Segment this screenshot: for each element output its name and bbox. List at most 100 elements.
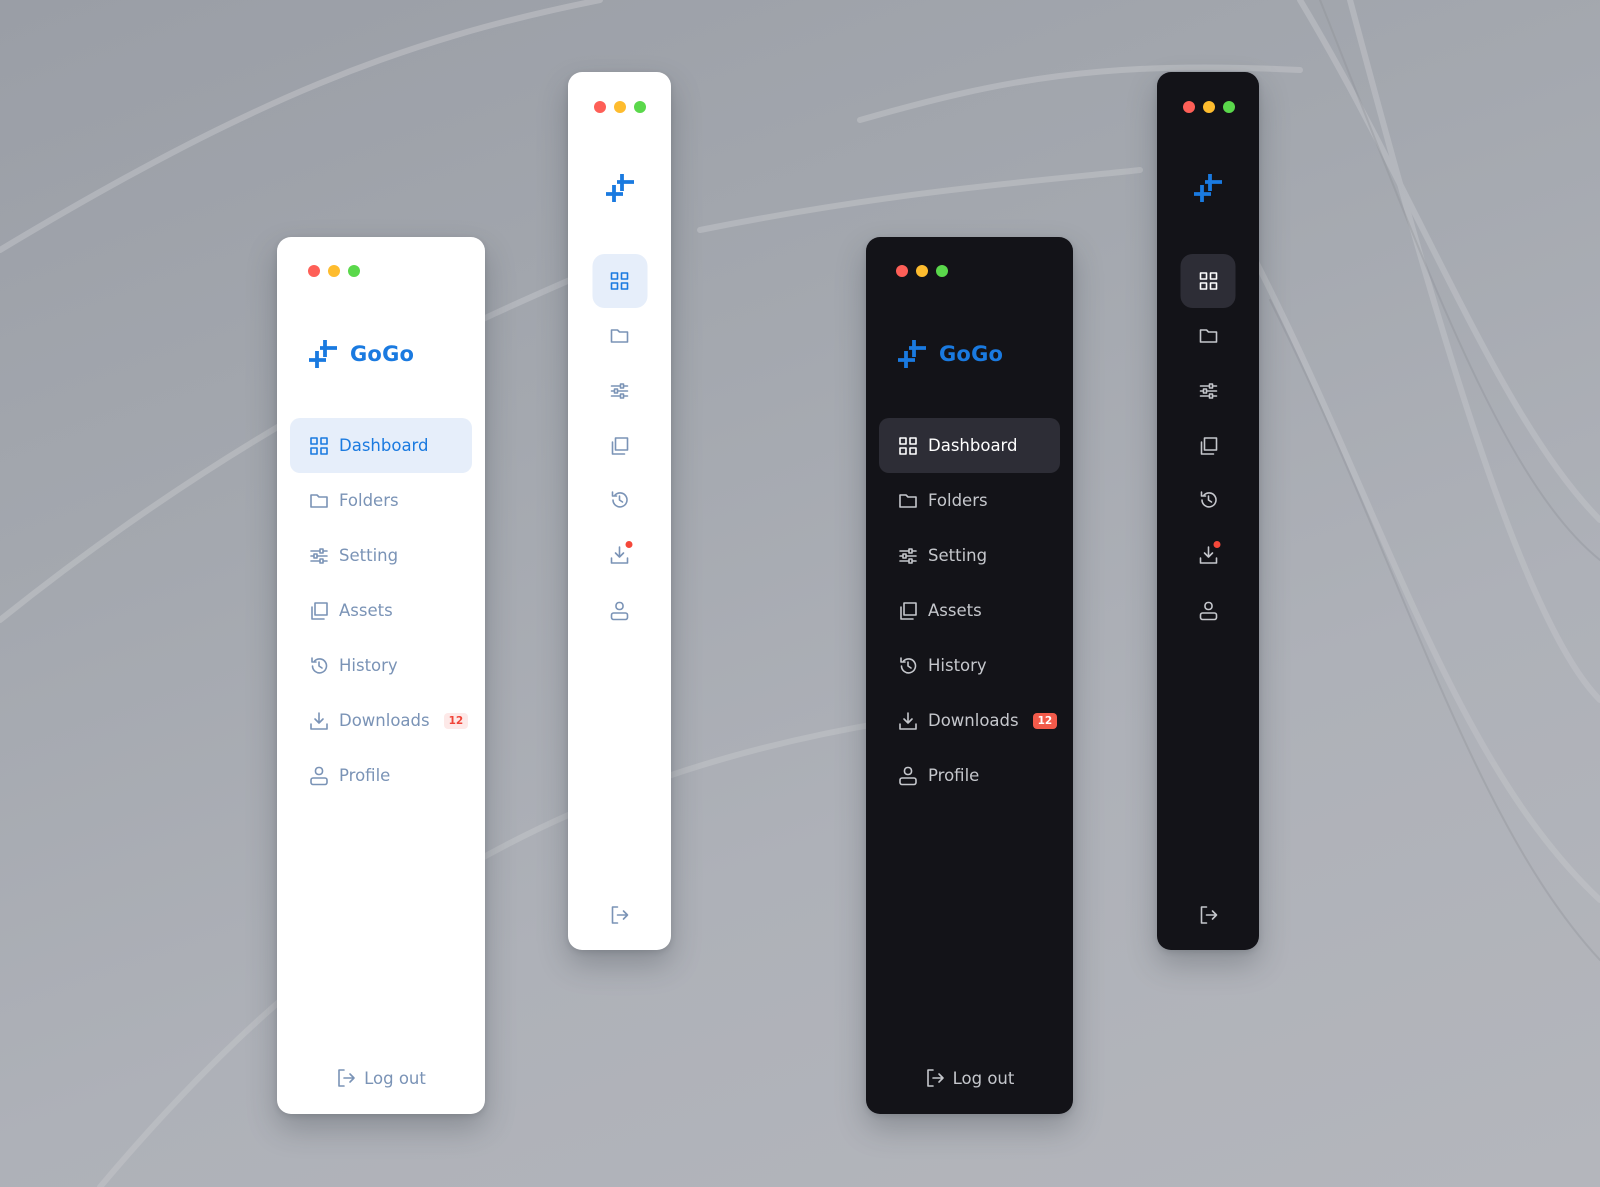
nav-item-history[interactable]: History [290, 638, 472, 693]
maximize-window-button[interactable] [936, 265, 948, 277]
nav-item-downloads[interactable]: Downloads 12 [290, 693, 472, 748]
nav-item-label: Folders [339, 491, 399, 510]
logo-icon [309, 340, 337, 368]
logo[interactable] [605, 173, 635, 203]
grid-icon [899, 436, 917, 455]
nav-item-label: History [928, 656, 987, 675]
logo[interactable]: GoGo [897, 339, 1003, 369]
maximize-window-button[interactable] [1223, 101, 1235, 113]
nav-item-dashboard[interactable]: Dashboard [290, 418, 472, 473]
user-icon [610, 601, 629, 621]
sidebar-dark-expanded: GoGo Dashboard Folders Setting Assets Hi… [866, 237, 1073, 1114]
minimize-window-button[interactable] [614, 101, 626, 113]
background-swirl-lines [0, 0, 1600, 1187]
folder-icon [310, 493, 328, 508]
close-window-button[interactable] [896, 265, 908, 277]
logout-button[interactable]: Log out [866, 1068, 1073, 1088]
sliders-icon [1199, 383, 1217, 399]
folder-icon [610, 329, 629, 343]
logout-label: Log out [364, 1068, 426, 1088]
logout-icon [338, 1069, 355, 1087]
folder-icon [899, 493, 917, 508]
logo-icon [606, 174, 634, 202]
logo[interactable] [1193, 173, 1223, 203]
nav-item-assets[interactable]: Assets [290, 583, 472, 638]
grid-icon [310, 436, 328, 455]
notification-dot [625, 541, 632, 548]
nav-item-history[interactable]: History [879, 638, 1060, 693]
nav-icon-dashboard[interactable] [592, 254, 647, 308]
minimize-window-button[interactable] [1203, 101, 1215, 113]
window-controls [308, 265, 360, 277]
maximize-window-button[interactable] [348, 265, 360, 277]
nav-item-setting[interactable]: Setting [879, 528, 1060, 583]
nav-item-label: Dashboard [339, 436, 429, 455]
app-name: GoGo [939, 342, 1004, 366]
sliders-icon [610, 383, 629, 399]
sidebar-nav: Dashboard Folders Setting Assets History… [290, 418, 472, 803]
logout-button[interactable]: Log out [277, 1068, 485, 1088]
nav-item-label: History [339, 656, 398, 675]
app-name: GoGo [350, 342, 415, 366]
nav-icon-profile[interactable] [1181, 584, 1236, 638]
window-controls [594, 101, 646, 113]
nav-item-label: Profile [339, 766, 391, 785]
window-controls [1183, 101, 1235, 113]
copy-icon [900, 601, 917, 620]
nav-icon-history[interactable] [592, 473, 647, 527]
logo[interactable]: GoGo [308, 339, 414, 369]
logout-button[interactable] [592, 888, 647, 942]
logout-label: Log out [952, 1068, 1015, 1088]
history-icon [1200, 491, 1217, 508]
folder-icon [1199, 329, 1217, 343]
close-window-button[interactable] [1183, 101, 1195, 113]
nav-item-profile[interactable]: Profile [879, 748, 1060, 803]
nav-item-dashboard[interactable]: Dashboard [879, 418, 1060, 473]
logo-icon [1194, 174, 1222, 202]
copy-icon [311, 601, 328, 620]
nav-item-label: Downloads [339, 711, 430, 730]
logout-button[interactable] [1181, 888, 1236, 942]
downloads-count-badge: 12 [443, 712, 469, 729]
nav-icon-assets[interactable] [1181, 419, 1236, 473]
grid-icon [610, 272, 629, 290]
nav-icon-setting[interactable] [1181, 364, 1236, 418]
nav-icon-profile[interactable] [592, 584, 647, 638]
maximize-window-button[interactable] [634, 101, 646, 113]
copy-icon [1200, 437, 1217, 455]
grid-icon [1199, 272, 1217, 290]
nav-icon-history[interactable] [1181, 473, 1236, 527]
nav-item-downloads[interactable]: Downloads 12 [879, 693, 1060, 748]
nav-icon-folders[interactable] [1181, 309, 1236, 363]
sidebar-light-expanded: GoGo Dashboard Folders Setting Assets Hi… [277, 237, 485, 1114]
logout-icon [611, 906, 629, 924]
nav-item-setting[interactable]: Setting [290, 528, 472, 583]
downloads-count-badge: 12 [1032, 712, 1058, 729]
logout-icon [1200, 906, 1217, 924]
nav-item-profile[interactable]: Profile [290, 748, 472, 803]
user-icon [899, 766, 917, 785]
download-icon [899, 711, 917, 730]
minimize-window-button[interactable] [328, 265, 340, 277]
nav-icon-folders[interactable] [592, 309, 647, 363]
nav-icon-dashboard[interactable] [1180, 254, 1236, 308]
history-icon [311, 656, 328, 674]
sliders-icon [899, 547, 917, 564]
nav-item-folders[interactable]: Folders [879, 473, 1060, 528]
nav-icon-setting[interactable] [592, 364, 647, 418]
sliders-icon [310, 547, 328, 564]
nav-item-label: Setting [928, 546, 988, 565]
nav-icon-downloads[interactable] [1181, 528, 1236, 582]
copy-icon [611, 437, 629, 455]
nav-icon-downloads[interactable] [592, 528, 647, 582]
close-window-button[interactable] [308, 265, 320, 277]
nav-item-label: Folders [928, 491, 988, 510]
close-window-button[interactable] [594, 101, 606, 113]
download-icon [1199, 546, 1217, 564]
nav-icon-assets[interactable] [592, 419, 647, 473]
nav-item-folders[interactable]: Folders [290, 473, 472, 528]
nav-item-assets[interactable]: Assets [879, 583, 1060, 638]
minimize-window-button[interactable] [916, 265, 928, 277]
logout-icon [926, 1069, 944, 1087]
user-icon [310, 766, 328, 785]
